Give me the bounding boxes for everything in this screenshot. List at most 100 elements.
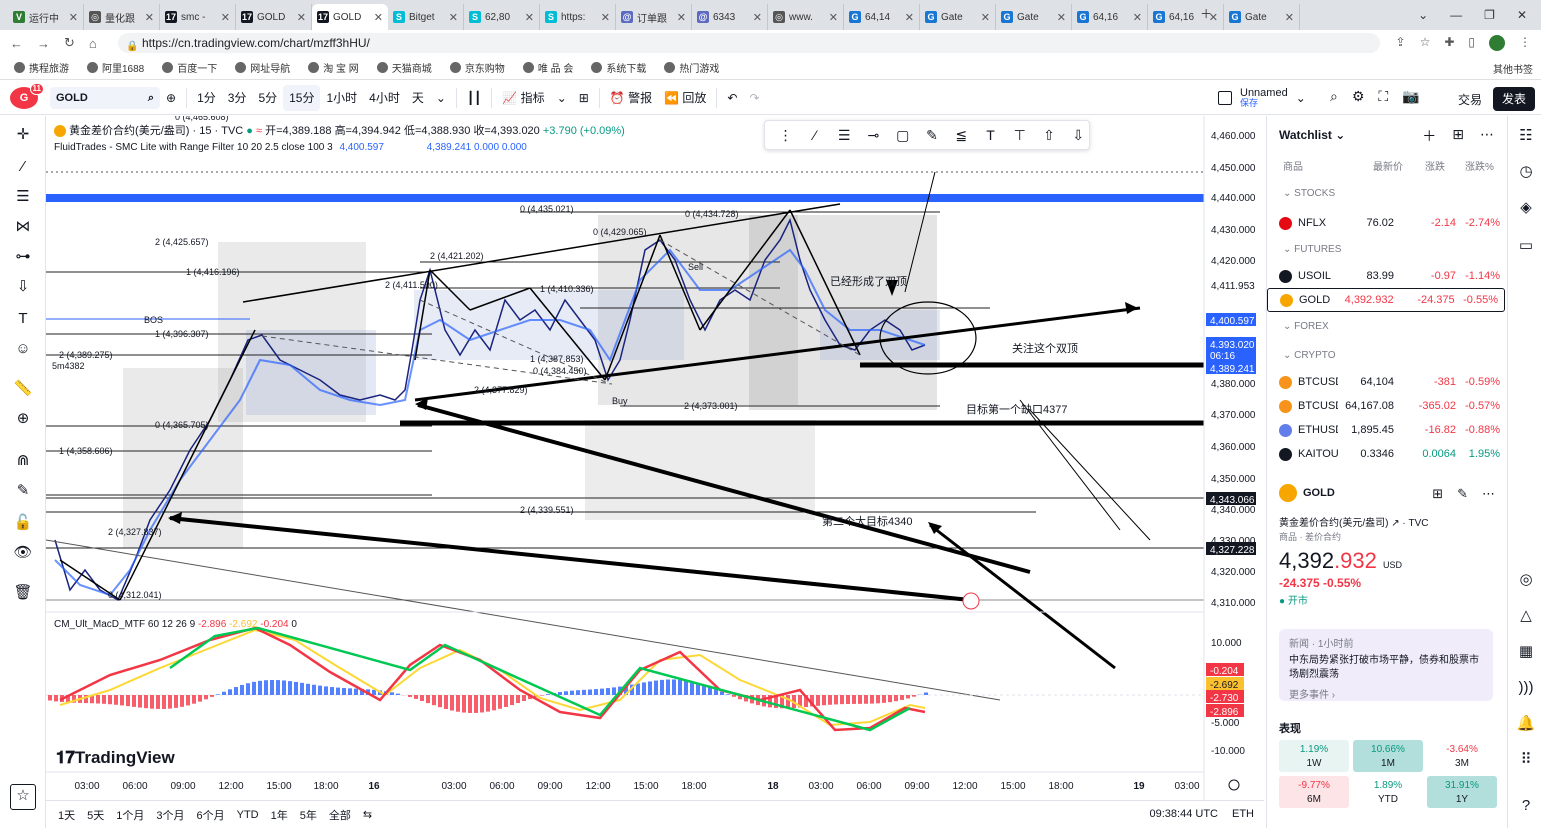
layers-icon[interactable]: ◈ [1516,198,1536,218]
tab-close-icon[interactable]: ✕ [525,11,534,24]
url-field[interactable]: 🔒 https://cn.tradingview.com/chart/mzff3h… [118,33,1380,53]
browser-tab[interactable]: G 64,14 ✕ [844,4,920,30]
performance-cell[interactable]: 1.19% 1W [1279,740,1349,772]
currency-selector[interactable]: ETH [1232,808,1254,820]
range-button[interactable]: 1年 [271,807,288,823]
emoji-icon[interactable]: ☺ [12,338,34,360]
performance-cell[interactable]: -3.64% 3M [1427,740,1497,772]
new-tab-icon[interactable]: ＋ [1200,5,1212,22]
eye-icon[interactable]: 👁 [12,542,34,564]
range-button[interactable]: 全部 [329,807,351,823]
browser-tab[interactable]: ◎ 量化跟 ✕ [84,4,160,30]
symbol-search[interactable]: GOLD ⌕ [50,87,160,109]
magnet-icon[interactable]: ⋒ [12,450,34,472]
indicator-name[interactable]: FluidTrades - SMC Lite with Range Filter… [54,142,333,153]
annotation-target-gap[interactable]: 目标第一个缺口4377 [966,401,1067,417]
watchlist-row[interactable]: BTCUSD 64,104 -381 -0.59% [1267,370,1507,394]
browser-tab[interactable]: G 64,16 ✕ [1072,4,1148,30]
browser-tab[interactable]: S 62,80 ✕ [464,4,540,30]
range-button[interactable]: 1个月 [116,807,144,823]
quick-search-icon[interactable]: ⌕ [1330,88,1338,105]
star-icon[interactable]: ☆ [1420,35,1431,51]
tab-close-icon[interactable]: ✕ [69,11,78,24]
col-symbol[interactable]: 商品 [1283,158,1303,173]
browser-tab[interactable]: G Gate ✕ [920,4,996,30]
more-icon[interactable]: ⋯ [1482,486,1495,502]
col-change-pct[interactable]: 涨跌% [1465,158,1494,173]
ideas-icon[interactable]: △ [1516,606,1536,626]
bookmark-item[interactable]: 阿里1688 [87,60,144,75]
fib-tool-icon[interactable]: ☰ [834,127,855,144]
interval-button[interactable]: 3分 [222,85,253,111]
tab-close-icon[interactable]: ✕ [297,11,306,24]
tab-close-icon[interactable]: ✕ [1285,11,1294,24]
annotation-target-big[interactable]: 第二个大目标4340 [822,513,912,529]
watchlist-row[interactable]: GOLD 4,392.932 -24.375 -0.55% [1267,288,1505,312]
chat-icon[interactable]: ▭ [1516,236,1536,256]
sidebar-icon[interactable]: ▯ [1468,35,1475,51]
more-icon[interactable]: ⋯ [1480,126,1494,146]
tab-search-icon[interactable]: ⌄ [1418,8,1428,22]
section-crypto[interactable]: ⌄ CRYPTO [1283,350,1335,361]
browser-tab[interactable]: @ 订单跟 ✕ [616,4,692,30]
add-symbol-icon[interactable]: ⊕ [160,85,182,111]
text-tool-icon[interactable]: T [980,127,1001,143]
browser-tab[interactable]: 17 smc - ✕ [160,4,236,30]
performance-cell[interactable]: -9.77% 6M [1279,776,1349,808]
fib-icon[interactable]: ☰ [12,186,34,208]
browser-tab[interactable]: G Gate ✕ [1224,4,1300,30]
reload-icon[interactable]: ↻ [64,35,75,51]
tab-close-icon[interactable]: ✕ [449,11,458,24]
range-button[interactable]: 1天 [58,807,75,823]
alerts-clock-icon[interactable]: ◷ [1516,162,1536,182]
news-more-link[interactable]: 更多事件 › [1289,686,1483,701]
lock-drawing-icon[interactable]: ✎ [12,480,34,502]
browser-tab[interactable]: V 运行中 ✕ [8,4,84,30]
apps-icon[interactable]: ⠿ [1516,750,1536,770]
bookmark-item[interactable]: 天猫商城 [376,60,432,75]
channel-tool-icon[interactable]: ≦ [951,127,972,144]
crosshair-icon[interactable]: ✛ [12,124,34,146]
home-icon[interactable]: ⌂ [89,36,97,51]
bookmark-item[interactable]: 系统下载 [591,60,646,75]
annotation-watch-double-top[interactable]: 关注这个双顶 [1012,340,1078,356]
zoom-icon[interactable]: ⊕ [12,408,34,430]
text-icon[interactable]: T [12,308,34,330]
maximize-icon[interactable]: ❐ [1484,8,1495,22]
tab-close-icon[interactable]: ✕ [677,11,686,24]
arrow-down-tool-icon[interactable]: ⇩ [1068,127,1089,144]
back-icon[interactable]: ← [10,36,23,51]
browser-tab[interactable]: G 64,16 ✕ [1148,4,1224,30]
bookmark-item[interactable]: 网址导航 [235,60,290,75]
settings-icon[interactable]: ⚙ [1352,88,1365,105]
prediction-icon[interactable]: ⊶ [12,246,34,268]
rect-tool-icon[interactable]: ▢ [892,127,913,144]
bookmark-item[interactable]: 京东购物 [449,60,505,75]
performance-cell[interactable]: 10.66% 1M [1353,740,1423,772]
performance-cell[interactable]: 1.89% YTD [1353,776,1423,808]
interval-button[interactable]: 1小时 [320,85,363,111]
calendar-icon[interactable]: ▦ [1516,642,1536,662]
section-futures[interactable]: ⌄ FUTURES [1283,244,1341,255]
interval-button[interactable]: 1分 [191,85,222,111]
news-card[interactable]: 新闻 · 1小时前 中东局势紧张打破市场平静，债券和股票市场剧烈震荡 更多事件 … [1279,629,1493,701]
grid-icon[interactable]: ⊞ [1432,486,1443,502]
col-last[interactable]: 最新价 [1373,158,1403,173]
watchlist-icon[interactable]: ☷ [1516,126,1536,146]
watchlist-row[interactable]: BTCUSD 64,167.08 -365.02 -0.57% [1267,394,1507,418]
tab-close-icon[interactable]: ✕ [981,11,990,24]
time-settings-icon[interactable] [1228,779,1240,791]
tab-close-icon[interactable]: ✕ [221,11,230,24]
tab-close-icon[interactable]: ✕ [1133,11,1142,24]
browser-tab[interactable]: S Bitget ✕ [388,4,464,30]
undo-icon[interactable]: ↶ [721,85,743,111]
tab-close-icon[interactable]: ✕ [829,11,838,24]
chart-pane[interactable]: 0 (4,465.608) 0 (4,435.021) 0 (4,434.728) 2… [46,116,1264,828]
fullscreen-icon[interactable]: ⛶ [1378,88,1388,105]
pattern-icon[interactable]: ⋈ [12,216,34,238]
bookmark-item[interactable]: 携程旅游 [14,60,69,75]
note-tool-icon[interactable]: ⊤ [1009,127,1030,144]
add-icon[interactable]: ＋ [1422,126,1436,146]
layout-save[interactable]: Unnamed 保存 ⌄ [1218,88,1306,108]
col-change[interactable]: 涨跌 [1425,158,1445,173]
